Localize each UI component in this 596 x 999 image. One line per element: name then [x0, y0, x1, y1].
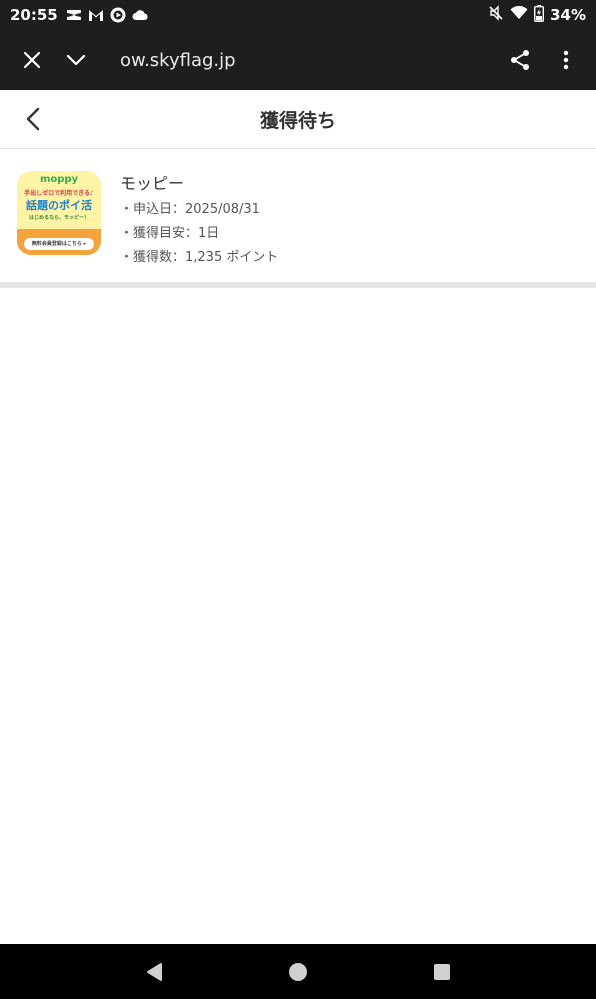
status-bar: 20:55 34% [0, 0, 596, 30]
media-icon [110, 7, 126, 23]
battery-icon [534, 4, 545, 26]
share-button[interactable] [498, 38, 542, 82]
back-button[interactable] [14, 100, 52, 138]
cloud-icon [132, 9, 149, 21]
close-icon [23, 51, 41, 69]
section-divider [0, 282, 596, 288]
circle-home-icon [289, 963, 307, 981]
status-time: 20:55 [10, 6, 58, 24]
thumbnail-pill: 無料会員登録はこちら ▸ [24, 238, 94, 250]
more-options-button[interactable] [544, 38, 588, 82]
item-estimated-time: ・獲得目安：1日 [120, 226, 220, 241]
thumbnail-line1: 手出しゼロで利用できる♪ [24, 190, 94, 197]
gmail-icon [88, 9, 104, 22]
item-name: モッピー [120, 174, 185, 193]
close-tab-button[interactable] [10, 38, 54, 82]
url-text[interactable]: ow.skyflag.jp [120, 50, 498, 71]
screen: 20:55 34% ow.skyflag.jp 獲得待ち moppy 手出しゼロ… [0, 0, 596, 999]
page-title: 獲得待ち [259, 109, 336, 132]
chevron-down-icon [66, 54, 86, 66]
square-recents-icon [434, 964, 450, 980]
item-thumbnail: moppy 手出しゼロで利用できる♪ 話題のポイ活 はじめるなら、モッピー！ 無… [17, 171, 101, 255]
thumbnail-line3: はじめるなら、モッピー！ [28, 215, 89, 221]
item-points: ・獲得数：1,235 ポイント [120, 250, 279, 265]
item-text: モッピー ・申込日：2025/08/31 ・獲得目安：1日 ・獲得数：1,235… [120, 170, 278, 270]
thumbnail-logo: moppy [39, 174, 79, 185]
system-nav-bar [0, 944, 596, 999]
chevron-left-icon [26, 107, 40, 131]
mute-icon [488, 5, 504, 25]
capcut-icon [66, 8, 82, 22]
nav-home-button[interactable] [284, 958, 312, 986]
notification-icons [66, 7, 149, 23]
more-vert-icon [563, 50, 569, 70]
minimize-tab-button[interactable] [54, 38, 98, 82]
share-icon [511, 50, 529, 70]
list-item[interactable]: moppy 手出しゼロで利用できる♪ 話題のポイ活 はじめるなら、モッピー！ 無… [0, 150, 596, 282]
battery-level: 34% [550, 6, 586, 24]
triangle-back-icon [147, 963, 162, 981]
page-header: 獲得待ち [0, 90, 596, 149]
thumbnail-line2: 話題のポイ活 [26, 199, 92, 212]
wifi-icon [510, 5, 528, 24]
nav-back-button[interactable] [140, 958, 168, 986]
custom-tab-toolbar: ow.skyflag.jp [0, 30, 596, 90]
status-right: 34% [488, 4, 586, 26]
nav-recents-button[interactable] [428, 958, 456, 986]
item-apply-date: ・申込日：2025/08/31 [120, 202, 260, 217]
